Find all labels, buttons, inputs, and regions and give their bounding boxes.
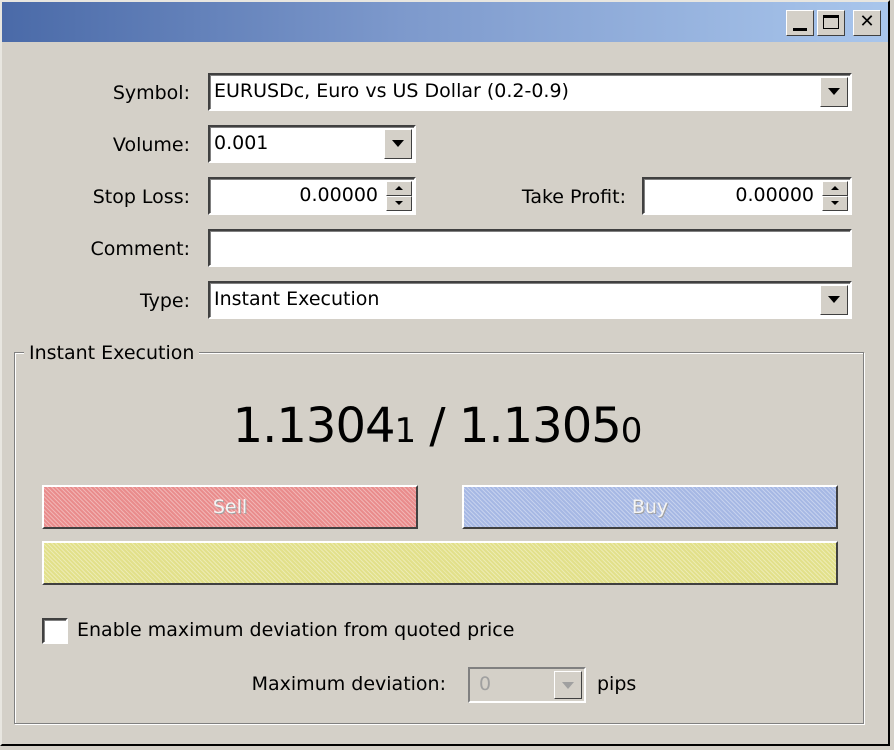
minimize-button[interactable] [786, 10, 814, 36]
enable-deviation-checkbox[interactable] [42, 618, 68, 644]
title-bar[interactable]: ✕ [2, 2, 888, 42]
ask-price-last-digit: 0 [620, 411, 643, 451]
take-profit-stepper [822, 181, 848, 211]
minimize-icon [793, 28, 807, 31]
enable-deviation-label: Enable maximum deviation from quoted pri… [77, 619, 515, 641]
chevron-down-icon[interactable] [554, 671, 582, 699]
ask-price: 1.1305 [458, 398, 622, 454]
type-select[interactable]: Instant Execution [208, 281, 852, 319]
chevron-down-icon[interactable] [384, 129, 412, 159]
max-deviation-label: Maximum deviation: [251, 673, 446, 695]
spin-up-icon[interactable] [386, 181, 412, 196]
buy-button[interactable]: Buy [462, 485, 838, 529]
pips-label: pips [597, 673, 637, 695]
comment-label: Comment: [90, 238, 191, 260]
take-profit-input[interactable]: 0.00000 [642, 177, 852, 215]
stop-loss-value: 0.00000 [299, 184, 378, 206]
stop-loss-stepper [386, 181, 412, 211]
bid-price: 1.1304 [232, 398, 396, 454]
type-label: Type: [139, 290, 190, 312]
type-value: Instant Execution [214, 288, 380, 310]
max-deviation-combobox[interactable]: 0 [468, 667, 586, 703]
close-order-button[interactable] [42, 541, 838, 585]
close-button[interactable]: ✕ [853, 10, 881, 36]
take-profit-value: 0.00000 [735, 184, 814, 206]
sell-button[interactable]: Sell [42, 485, 418, 529]
volume-combobox[interactable]: 0.001 [208, 125, 416, 163]
volume-value: 0.001 [214, 132, 269, 154]
stop-loss-input[interactable]: 0.00000 [208, 177, 416, 215]
close-icon: ✕ [859, 11, 875, 32]
chevron-down-icon[interactable] [820, 77, 848, 107]
spin-up-icon[interactable] [822, 181, 848, 196]
maximize-icon [823, 15, 839, 29]
spin-down-icon[interactable] [822, 196, 848, 211]
price-separator: / [415, 398, 459, 454]
stop-loss-label: Stop Loss: [92, 186, 190, 208]
chevron-down-icon[interactable] [820, 285, 848, 315]
symbol-label: Symbol: [112, 82, 190, 104]
symbol-value: EURUSDc, Euro vs US Dollar (0.2-0.9) [214, 80, 569, 102]
group-title: Instant Execution [24, 342, 200, 364]
spin-down-icon[interactable] [386, 196, 412, 211]
symbol-select[interactable]: EURUSDc, Euro vs US Dollar (0.2-0.9) [208, 73, 852, 111]
volume-label: Volume: [112, 134, 190, 156]
maximize-button[interactable] [817, 10, 845, 36]
take-profit-label: Take Profit: [521, 186, 626, 208]
bid-price-last-digit: 1 [394, 411, 417, 451]
comment-input[interactable] [208, 229, 852, 267]
price-quote: 1.13041 / 1.13050 [0, 398, 874, 459]
max-deviation-value: 0 [479, 673, 492, 695]
